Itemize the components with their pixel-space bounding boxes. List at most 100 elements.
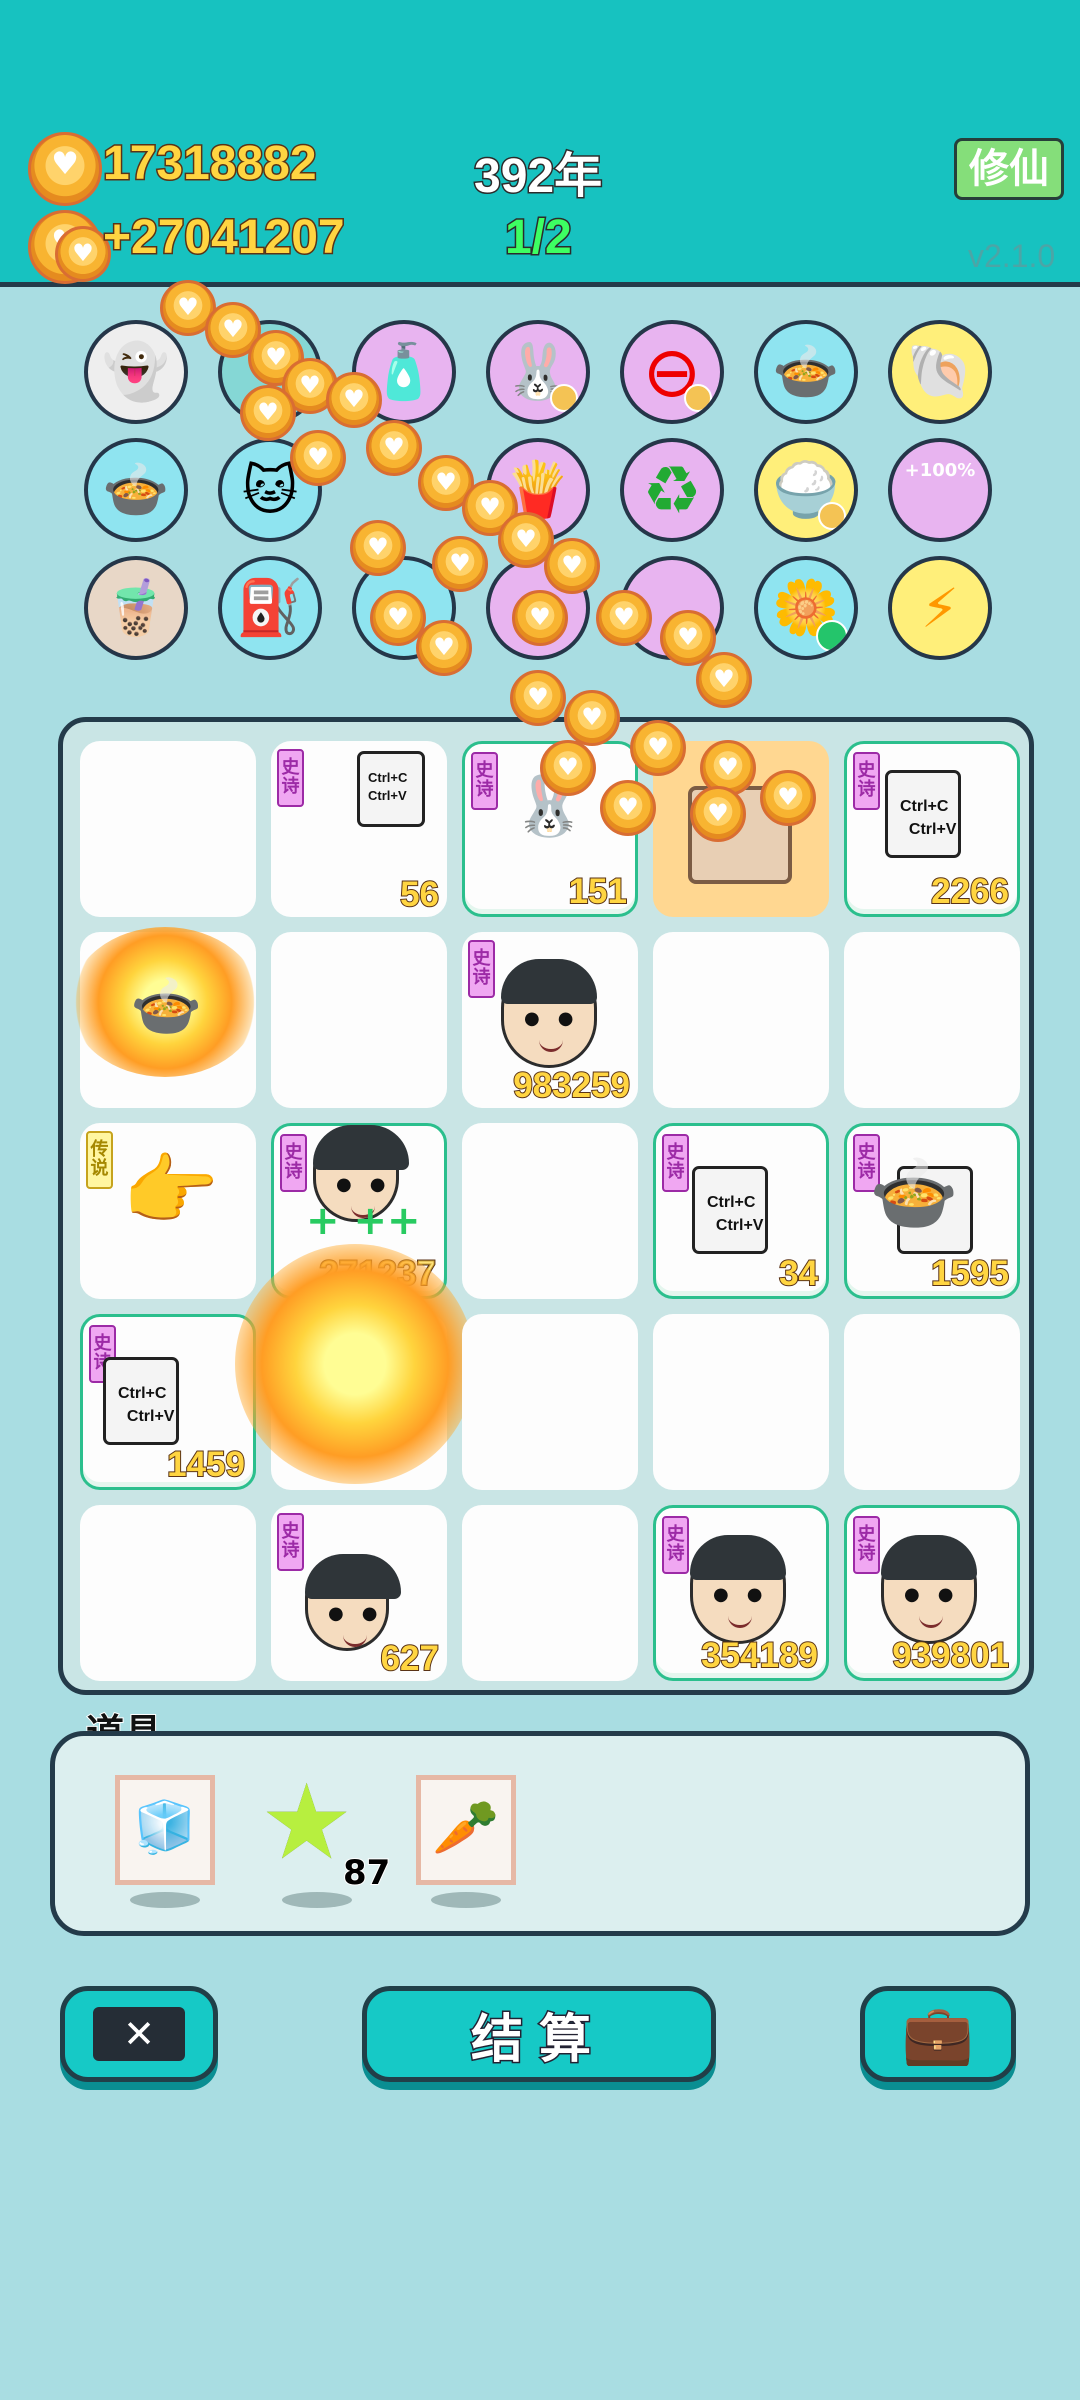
copy-card-icon: Ctrl+C Ctrl+V	[357, 751, 425, 827]
board-cell-hand[interactable]: 传说 👉	[80, 1123, 256, 1299]
face-icon: ●●	[501, 959, 597, 1068]
duck-pot-icon[interactable]: 🍲	[754, 320, 858, 424]
rabbit-icon[interactable]: 🐰	[486, 320, 590, 424]
cell-value: 151	[568, 871, 628, 912]
board-cell-empty[interactable]	[80, 1505, 256, 1681]
heart-badge-icon	[684, 384, 712, 412]
coin-icon	[240, 385, 296, 441]
explosion-effect	[235, 1244, 475, 1484]
copy-card-icon: Ctrl+C Ctrl+V	[692, 1166, 768, 1254]
coin-icon	[760, 770, 816, 826]
version-label: v2.1.0	[968, 238, 1056, 274]
cell-value: 983259	[512, 1065, 631, 1106]
lightning-icon[interactable]: ⚡	[888, 556, 992, 660]
minus-circle-icon[interactable]: ⊖	[620, 320, 724, 424]
tool-shadow	[282, 1892, 352, 1908]
milk-tea-icon[interactable]: 🧋	[84, 556, 188, 660]
status-dot-icon	[816, 620, 848, 652]
board-cell-face[interactable]: 史诗 ●● 939801	[844, 1505, 1020, 1681]
pump-icon[interactable]: ⛽	[218, 556, 322, 660]
milk-tea-plus-icon[interactable]: +100%	[888, 438, 992, 542]
star-tool-icon[interactable]: ★	[260, 1770, 353, 1874]
income-value: +27041207	[102, 210, 347, 266]
board-cell-empty[interactable]	[462, 1123, 638, 1299]
ghost-icon[interactable]: 👻	[84, 320, 188, 424]
flower-pot-icon[interactable]: 🌼	[754, 556, 858, 660]
coin-icon	[510, 670, 566, 726]
coin-icon	[366, 420, 422, 476]
legend-tag: 传说	[86, 1131, 113, 1189]
board-cell-burst[interactable]	[235, 1244, 475, 1490]
pot-icon: 🍲	[869, 1151, 959, 1235]
board-cell-burst[interactable]: 🍲	[70, 927, 260, 1108]
briefcase-icon: 💼	[901, 1999, 975, 2068]
coin-icon	[512, 590, 568, 646]
settle-label: 结算	[469, 2008, 607, 2071]
game-board: 史诗 Ctrl+C Ctrl+V 56 史诗 🐰 151 史诗 Ctrl+C Ct…	[58, 717, 1034, 1695]
board-cell-copy-card[interactable]: 史诗 Ctrl+C Ctrl+V 1459	[80, 1314, 256, 1490]
face-icon: ●●	[305, 1554, 401, 1651]
board-cell-empty[interactable]	[271, 932, 447, 1108]
settle-button[interactable]: 结算	[362, 1986, 716, 2082]
board-cell-empty[interactable]	[80, 741, 256, 917]
cell-value: 34	[778, 1253, 819, 1294]
board-cell-empty[interactable]	[462, 1314, 638, 1490]
pot-icon[interactable]: 🍲	[84, 438, 188, 542]
star-count: 87	[342, 1852, 391, 1894]
epic-tag: 史诗	[277, 749, 304, 807]
heart-badge-icon	[550, 384, 578, 412]
epic-tag: 史诗	[853, 752, 880, 810]
cell-value: 1595	[930, 1253, 1010, 1294]
board-cell-face[interactable]: 史诗 ●● 627	[271, 1505, 447, 1681]
carrot-tool-icon[interactable]: 🥕	[416, 1775, 516, 1885]
board-cell-empty[interactable]	[653, 932, 829, 1108]
shell-icon[interactable]: 🐚	[888, 320, 992, 424]
coin-icon	[544, 538, 600, 594]
board-cell-face[interactable]: 史诗 ●● 354189	[653, 1505, 829, 1681]
epic-tag: 史诗	[853, 1516, 880, 1574]
board-cell-empty[interactable]	[653, 1314, 829, 1490]
epic-tag: 史诗	[280, 1134, 307, 1192]
stage-progress: 1/2	[504, 210, 574, 266]
pointing-hand-icon: 👉	[122, 1146, 220, 1236]
epic-tag: 史诗	[471, 752, 498, 810]
coin-icon	[416, 620, 472, 676]
coin-icon	[696, 652, 752, 708]
heart-badge-icon	[818, 502, 846, 530]
cell-value: 1459	[166, 1444, 246, 1485]
board-cell-copy-card[interactable]: 史诗 Ctrl+C Ctrl+V 56	[271, 741, 447, 917]
board-cell-empty[interactable]	[844, 932, 1020, 1108]
board-cell-empty[interactable]	[462, 1505, 638, 1681]
coin-icon	[690, 786, 746, 842]
epic-tag: 史诗	[277, 1513, 304, 1571]
close-button[interactable]: ✕	[60, 1986, 218, 2082]
cultivate-button[interactable]: 修仙	[954, 138, 1064, 200]
epic-tag: 史诗	[662, 1134, 689, 1192]
rice-bowl-icon[interactable]: 🍚	[754, 438, 858, 542]
board-cell-pot-card[interactable]: 史诗 🍲 1595	[844, 1123, 1020, 1299]
epic-tag: 史诗	[662, 1516, 689, 1574]
coin-icon	[432, 536, 488, 592]
fridge-tool-icon[interactable]: 🧊	[115, 1775, 215, 1885]
copy-card-icon: Ctrl+C Ctrl+V	[103, 1357, 179, 1445]
coin-icon	[540, 740, 596, 796]
pot-icon: 🍲	[130, 972, 203, 1040]
board-cell-copy-card[interactable]: 史诗 Ctrl+C Ctrl+V 2266	[844, 741, 1020, 917]
tool-shadow	[431, 1892, 501, 1908]
copy-card-icon: Ctrl+C Ctrl+V	[885, 770, 961, 858]
board-cell-empty[interactable]	[844, 1314, 1020, 1490]
coin-icon	[564, 690, 620, 746]
coin-icon	[596, 590, 652, 646]
epic-tag: 史诗	[468, 940, 495, 998]
board-cell-face[interactable]: 史诗 ●● 983259	[462, 932, 638, 1108]
face-icon: ●●	[881, 1535, 977, 1644]
face-icon: ●●	[690, 1535, 786, 1644]
recycle-icon[interactable]: ♻	[620, 438, 724, 542]
board-cell-copy-card[interactable]: 史诗 Ctrl+C Ctrl+V 34	[653, 1123, 829, 1299]
coin-icon	[326, 372, 382, 428]
cell-value: 354189	[700, 1635, 819, 1676]
coin-icon	[28, 132, 102, 206]
bag-button[interactable]: 💼	[860, 1986, 1016, 2082]
cell-value: 56	[399, 874, 440, 915]
year-label: 392年	[472, 149, 603, 205]
